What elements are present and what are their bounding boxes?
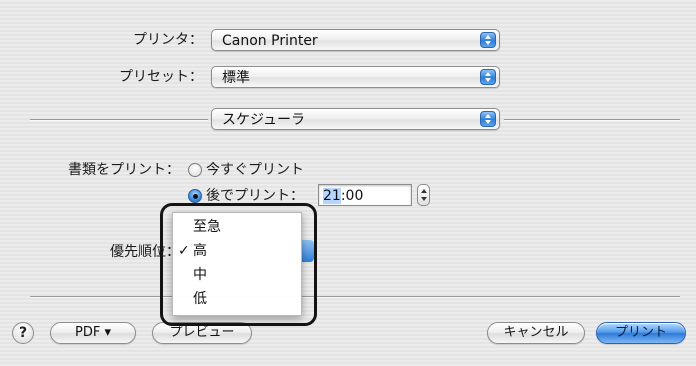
stepper-up-icon[interactable]: [420, 189, 427, 193]
highlight-callout: [160, 203, 317, 326]
print-time-field[interactable]: 21:00: [318, 184, 412, 206]
panel-popup[interactable]: スケジューラ: [211, 108, 500, 130]
print-dialog: { "printer": { "label": "プリンタ：", "value"…: [0, 0, 696, 366]
printer-popup[interactable]: Canon Printer: [211, 29, 500, 51]
time-stepper[interactable]: [417, 184, 430, 206]
print-now-label: 今すぐプリント: [206, 162, 304, 178]
separator-left: [30, 119, 208, 120]
preset-label: プリセット：: [119, 69, 203, 85]
printer-value: Canon Printer: [222, 33, 318, 49]
preset-popup[interactable]: 標準: [211, 66, 500, 88]
popup-arrows-icon: [480, 69, 496, 85]
print-now-radio[interactable]: [188, 163, 202, 177]
print-time-value: 21:00: [323, 187, 363, 205]
pdf-button[interactable]: PDF ▾: [50, 322, 136, 344]
preset-value: 標準: [222, 70, 250, 86]
print-later-radio[interactable]: [188, 189, 202, 203]
printer-label: プリンタ：: [133, 32, 203, 48]
popup-arrows-icon: [480, 32, 496, 48]
separator-right: [504, 119, 680, 120]
help-button[interactable]: ?: [12, 322, 34, 344]
cancel-button[interactable]: キャンセル: [487, 322, 585, 344]
print-documents-label: 書類をプリント：: [68, 162, 180, 178]
time-minutes: :00: [340, 188, 364, 204]
stepper-down-icon[interactable]: [420, 197, 427, 201]
time-hour: 21: [323, 188, 341, 204]
print-button[interactable]: プリント: [596, 322, 686, 344]
popup-arrows-icon: [480, 111, 496, 127]
separator-bottom: [30, 296, 680, 297]
panel-value: スケジューラ: [222, 112, 306, 128]
